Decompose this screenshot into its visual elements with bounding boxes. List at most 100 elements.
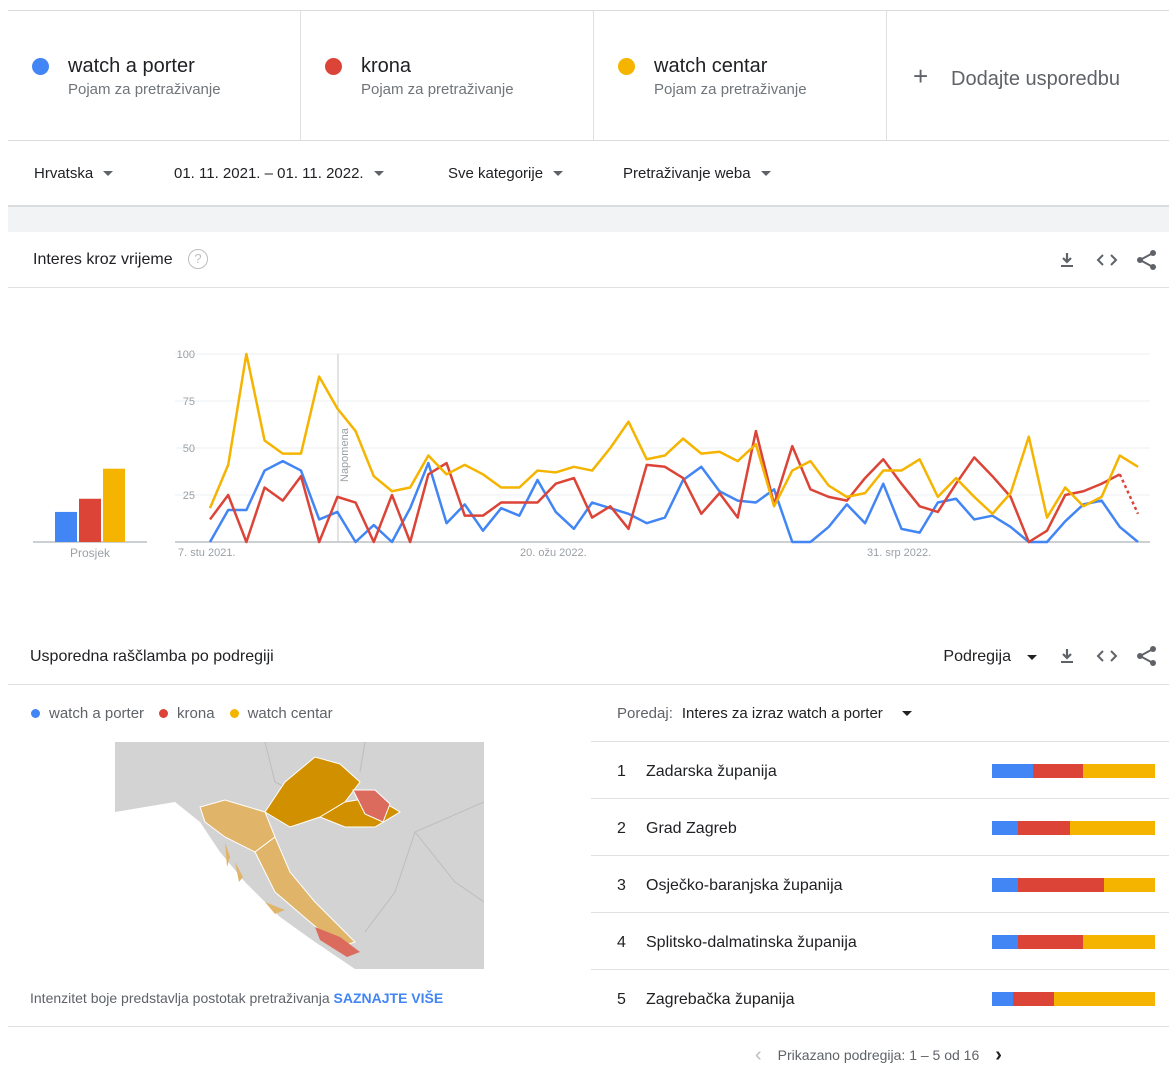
subregion-selector-value: Podregija xyxy=(943,648,1011,665)
subregion-rank: 1 xyxy=(617,763,626,780)
download-icon[interactable] xyxy=(1055,248,1079,272)
previous-page-icon[interactable]: ‹ xyxy=(755,1045,762,1065)
y-tick-label: 100 xyxy=(177,349,195,361)
date-range-value: 01. 11. 2021. – 01. 11. 2022. xyxy=(174,165,364,182)
share-segment xyxy=(992,878,1019,892)
share-segment xyxy=(1018,935,1084,949)
share-segment xyxy=(992,764,1033,778)
share-segment xyxy=(1013,992,1054,1006)
map-legend: watch a porter krona watch centar xyxy=(31,705,333,722)
interest-header: Interes kroz vrijeme ? xyxy=(8,232,1169,288)
share-segment xyxy=(1018,878,1105,892)
subregion-name: Osječko-baranjska županija xyxy=(646,877,843,894)
term-type: Pojam za pretraživanje xyxy=(361,81,514,98)
subregion-row[interactable]: 1 Zadarska županija xyxy=(591,741,1169,798)
share-icon[interactable] xyxy=(1135,248,1159,272)
embed-icon[interactable] xyxy=(1095,248,1119,272)
x-tick-label: 31. srp 2022. xyxy=(867,547,931,559)
divider xyxy=(8,1026,591,1027)
map-footnote: Intenzitet boje predstavlja postotak pre… xyxy=(30,990,443,1006)
average-label: Prosjek xyxy=(70,546,111,560)
subregion-rank: 4 xyxy=(617,934,626,951)
term-card[interactable]: krona Pojam za pretraživanje xyxy=(301,11,594,140)
caret-down-icon xyxy=(760,171,771,176)
caret-down-icon xyxy=(373,171,384,176)
embed-icon[interactable] xyxy=(1095,644,1119,668)
subregion-toolbar xyxy=(1055,644,1159,668)
subregion-name: Splitsko-dalmatinska županija xyxy=(646,934,857,951)
subregion-share-bar xyxy=(992,992,1155,1006)
subregion-selector[interactable]: Podregija xyxy=(943,648,1037,666)
legend-label: watch centar xyxy=(247,705,333,722)
section-separator xyxy=(8,207,1169,232)
term-name[interactable]: watch a porter xyxy=(68,55,195,78)
download-icon[interactable] xyxy=(1055,644,1079,668)
subregion-share-bar xyxy=(992,878,1155,892)
subregion-name: Zagrebačka županija xyxy=(646,991,795,1008)
term-name[interactable]: watch centar xyxy=(654,55,767,78)
term-type: Pojam za pretraživanje xyxy=(68,81,221,98)
legend-dot xyxy=(31,709,40,718)
subregion-rank: 2 xyxy=(617,820,626,837)
date-range-dropdown[interactable]: 01. 11. 2021. – 01. 11. 2022. xyxy=(174,165,384,182)
subregion-row[interactable]: 4 Splitsko-dalmatinska županija xyxy=(591,912,1169,969)
interest-title: Interes kroz vrijeme xyxy=(33,251,173,268)
sort-by-control[interactable]: Poredaj: Interes za izraz watch a porter xyxy=(617,705,912,722)
caret-down-icon xyxy=(1027,654,1037,660)
legend-item: watch a porter xyxy=(31,705,144,722)
subregion-name: Grad Zagreb xyxy=(646,820,737,837)
subregion-row[interactable]: 5 Zagrebačka županija xyxy=(591,969,1169,1026)
trends-page: watch a porter Pojam za pretraživanje kr… xyxy=(0,0,1169,1077)
plus-icon: + xyxy=(913,61,929,91)
term-name[interactable]: krona xyxy=(361,55,411,78)
filter-bar: Hrvatska 01. 11. 2021. – 01. 11. 2022. S… xyxy=(8,141,1169,207)
share-segment xyxy=(1083,935,1155,949)
next-page-icon[interactable]: › xyxy=(995,1045,1002,1065)
region-dropdown[interactable]: Hrvatska xyxy=(34,165,114,182)
term-type: Pojam za pretraživanje xyxy=(654,81,807,98)
average-bar xyxy=(79,498,101,542)
category-value: Sve kategorije xyxy=(448,165,544,182)
share-segment xyxy=(1053,992,1155,1006)
subregion-rank: 5 xyxy=(617,991,626,1008)
sort-by-label: Poredaj: xyxy=(617,705,673,722)
list-end-divider xyxy=(591,1026,1169,1027)
x-tick-label: 20. ožu 2022. xyxy=(520,547,587,559)
y-tick-label: 75 xyxy=(183,396,195,408)
subregion-row[interactable]: 2 Grad Zagreb xyxy=(591,798,1169,855)
subregion-list: 1 Zadarska županija 2 Grad Zagreb 3 Osječko-b… xyxy=(591,741,1169,1027)
subregion-share-bar xyxy=(992,935,1155,949)
pager-text: Prikazano podregija: 1 – 5 od 16 xyxy=(777,1047,980,1063)
add-comparison-button[interactable]: + Dodajte usporedbu xyxy=(887,11,1169,140)
share-icon[interactable] xyxy=(1135,644,1159,668)
subregion-share-bar xyxy=(992,821,1155,835)
subregion-header: Usporedna raščlamba po podregiji Podregi… xyxy=(8,628,1169,685)
subregion-row[interactable]: 3 Osječko-baranjska županija xyxy=(591,855,1169,912)
caret-down-icon xyxy=(103,171,114,176)
search-type-dropdown[interactable]: Pretraživanje weba xyxy=(623,165,771,182)
learn-more-link[interactable]: SAZNAJTE VIŠE xyxy=(334,990,444,1006)
sort-by-value: Interes za izraz watch a porter xyxy=(681,705,883,722)
average-bar xyxy=(103,468,125,542)
legend-label: krona xyxy=(177,705,215,722)
term-card[interactable]: watch centar Pojam za pretraživanje xyxy=(594,11,887,140)
term-color-dot xyxy=(325,58,342,75)
caret-down-icon xyxy=(553,171,564,176)
term-card[interactable]: watch a porter Pojam za pretraživanje xyxy=(8,11,301,140)
note-marker-label[interactable]: Napomena xyxy=(339,427,351,482)
search-type-value: Pretraživanje weba xyxy=(623,165,751,182)
share-segment xyxy=(992,992,1014,1006)
share-segment xyxy=(1083,764,1155,778)
help-icon[interactable]: ? xyxy=(188,249,208,269)
share-segment xyxy=(992,821,1019,835)
interest-chart: 25 50 75 100 7. stu 2021. 20. ožu 2022. 31. sr… xyxy=(8,289,1169,624)
term-color-dot xyxy=(618,58,635,75)
share-segment xyxy=(1018,821,1071,835)
legend-item: watch centar xyxy=(229,705,333,722)
category-dropdown[interactable]: Sve kategorije xyxy=(448,165,564,182)
x-tick-label: 7. stu 2021. xyxy=(178,547,236,559)
region-value: Hrvatska xyxy=(34,165,94,182)
subregion-share-bar xyxy=(992,764,1155,778)
region-map[interactable] xyxy=(115,742,484,969)
compare-bar: watch a porter Pojam za pretraživanje kr… xyxy=(8,10,1169,141)
